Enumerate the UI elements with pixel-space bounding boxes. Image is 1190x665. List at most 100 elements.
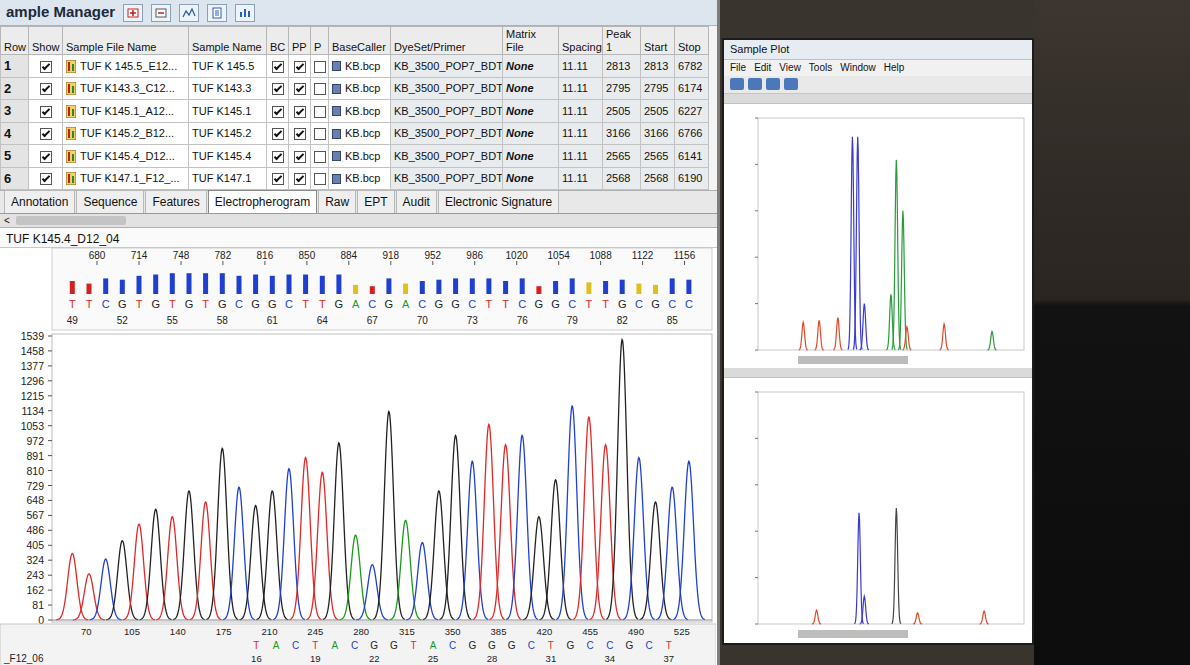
remove-sample-button[interactable] [151,4,171,22]
column-header[interactable]: BC [267,27,289,55]
base-call[interactable]: C [235,298,243,310]
checkbox[interactable] [314,106,326,118]
base-call[interactable]: G [508,640,516,651]
checkbox[interactable] [314,83,326,95]
base-call[interactable]: C [292,640,299,651]
checkbox[interactable] [314,151,326,163]
checkbox[interactable] [40,61,52,73]
toolbar-button-icon[interactable] [784,78,798,90]
checkbox[interactable] [272,151,284,163]
checkbox[interactable] [40,106,52,118]
column-header[interactable]: PP [289,27,311,55]
base-call[interactable]: T [69,298,76,310]
checkbox[interactable] [272,128,284,140]
base-call[interactable]: G [567,640,575,651]
base-call[interactable]: G [118,298,127,310]
checkbox[interactable] [294,61,306,73]
tab[interactable]: Annotation [4,190,75,213]
checkbox[interactable] [272,173,284,185]
tab[interactable]: Electronic Signature [438,190,559,213]
tab[interactable]: EPT [357,190,394,213]
add-sample-button[interactable] [123,4,143,22]
column-header[interactable]: Start [641,27,675,55]
menu-item[interactable]: Window [840,60,876,75]
checkbox[interactable] [294,106,306,118]
base-call[interactable]: T [586,298,593,310]
base-call[interactable]: G [370,640,378,651]
column-header[interactable]: Row [1,27,29,55]
report-button[interactable] [207,4,227,22]
base-call[interactable]: T [602,298,609,310]
table-row[interactable]: 3TUF K145.1_A12...TUF K145.1KB.bcpKB_350… [1,100,709,123]
base-call[interactable]: T [502,298,509,310]
base-call[interactable]: C [606,640,613,651]
base-call[interactable]: A [430,640,437,651]
menu-item[interactable]: Edit [754,60,771,75]
table-row[interactable]: 1TUF K 145.5_E12...TUF K 145.5KB.bcpKB_3… [1,55,709,78]
scroll-thumb[interactable] [16,216,126,225]
menu-item[interactable]: File [730,60,746,75]
menu-item[interactable]: View [779,60,801,75]
base-call[interactable]: A [273,640,280,651]
plot-scrollbar[interactable] [798,356,908,364]
checkbox[interactable] [40,128,52,140]
checkbox[interactable] [314,61,326,73]
base-call[interactable]: A [402,298,410,310]
base-call[interactable]: C [518,298,526,310]
base-call[interactable]: C [468,298,476,310]
base-call[interactable]: T [410,640,416,651]
column-header[interactable]: Matrix File [503,27,559,55]
column-header[interactable]: Show [29,27,63,55]
base-call[interactable]: G [435,298,444,310]
tab[interactable]: Electropherogram [208,190,317,213]
menu-item[interactable]: Help [884,60,905,75]
toolbar-button-icon[interactable] [748,78,762,90]
base-call[interactable]: G [385,298,394,310]
base-call[interactable]: C [285,298,293,310]
base-call[interactable]: T [136,298,143,310]
base-call[interactable]: A [332,640,339,651]
base-call[interactable]: G [218,298,227,310]
checkbox[interactable] [40,83,52,95]
base-call[interactable]: T [319,298,326,310]
base-call[interactable]: G [551,298,560,310]
base-call[interactable]: C [418,298,426,310]
column-header[interactable]: Peak 1 [603,27,641,55]
base-call[interactable]: G [451,298,460,310]
base-call[interactable]: T [86,298,93,310]
base-call[interactable]: G [390,640,398,651]
base-call[interactable]: C [102,298,110,310]
column-header[interactable]: BaseCaller [329,27,391,55]
base-call[interactable]: C [568,298,576,310]
base-call[interactable]: T [312,640,318,651]
scroll-left-button[interactable]: < [4,213,10,228]
tab[interactable]: Audit [396,190,437,213]
base-call[interactable]: C [668,298,676,310]
base-call[interactable]: G [335,298,344,310]
checkbox[interactable] [272,83,284,95]
table-row[interactable]: 4TUF K145.2_B12...TUF K145.2KB.bcpKB_350… [1,122,709,145]
base-call[interactable]: T [548,640,554,651]
checkbox[interactable] [40,173,52,185]
base-call[interactable]: T [253,640,259,651]
column-header[interactable]: Sample File Name [63,27,189,55]
table-row[interactable]: 5TUF K145.4_D12...TUF K145.4KB.bcpKB_350… [1,145,709,168]
checkbox[interactable] [272,106,284,118]
checkbox[interactable] [314,173,326,185]
plot-scrollbar[interactable] [798,630,908,638]
base-call[interactable]: G [469,640,477,651]
column-header[interactable]: DyeSet/Primer [391,27,503,55]
base-call[interactable]: G [251,298,260,310]
base-call[interactable]: C [449,640,456,651]
base-call[interactable]: C [645,640,652,651]
tab[interactable]: Raw [318,190,356,213]
horizontal-scrollbar[interactable]: < [0,214,717,228]
table-row[interactable]: 2TUF K143.3_C12...TUF K143.3KB.bcpKB_350… [1,77,709,100]
tab[interactable]: Sequence [76,190,144,213]
base-call[interactable]: C [685,298,693,310]
base-call[interactable]: C [351,640,358,651]
base-call[interactable]: C [528,640,535,651]
menu-item[interactable]: Tools [809,60,832,75]
base-call[interactable]: G [535,298,544,310]
base-call[interactable]: C [368,298,376,310]
